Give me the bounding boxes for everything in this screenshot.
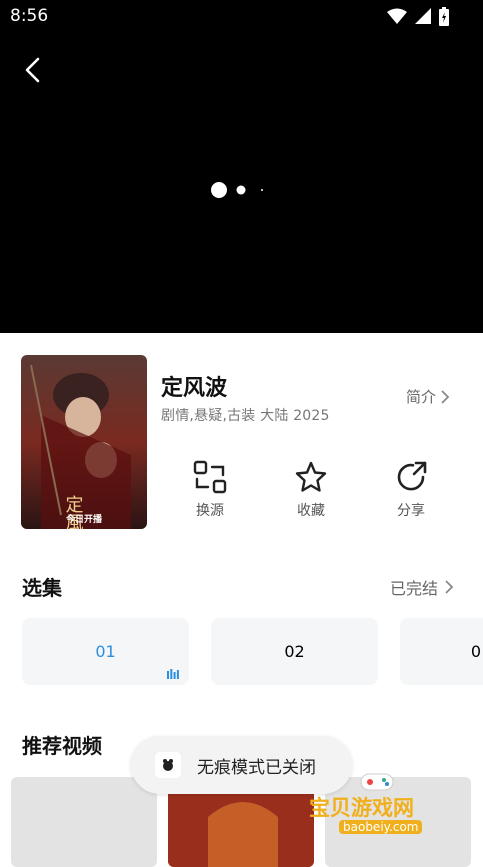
star-icon [295,461,327,492]
episode-number: 02 [284,642,305,661]
battery-icon [439,6,449,26]
episode-item[interactable]: 0 [400,618,483,685]
share-icon [397,461,427,491]
favorite-label: 收藏 [297,503,325,519]
recommend-card[interactable] [11,777,157,867]
chevron-right-icon [441,389,450,404]
show-meta: 剧情,悬疑,古装 大陆 2025 [161,408,330,424]
app-icon [155,752,181,778]
switch-source-label: 换源 [196,503,224,519]
status-icons [387,6,449,26]
watermark-text: 宝贝游戏网 [309,796,414,820]
poster-art: 定風波 [21,355,147,529]
show-poster[interactable]: 定風波 今日开播 [21,355,147,529]
video-player[interactable]: 8:56 [0,0,483,333]
episodes-status: 已完结 [390,579,439,598]
gamepad-icon [360,773,394,791]
episode-number: 0 [470,642,481,661]
share-label: 分享 [397,503,425,519]
poster-caption: 今日开播 [65,515,102,525]
episode-item[interactable]: 02 [211,618,378,685]
share-button[interactable]: 分享 [381,460,441,520]
recommend-title: 推荐视频 [22,734,102,758]
episode-item[interactable]: 01 [22,618,189,685]
watermark-url: baobeiy.com [339,820,423,834]
episode-number: 01 [95,642,116,661]
watermark-logo: 宝贝游戏网 baobeiy.com [309,770,449,840]
loading-dots-icon [211,182,263,198]
switch-source-icon [193,460,227,494]
wifi-icon [387,8,407,24]
toast-text: 无痕模式已关闭 [197,757,316,778]
signal-icon [415,8,431,24]
show-title: 定风波 [161,376,228,401]
episodes-status-link[interactable]: 已完结 [390,575,454,599]
switch-source-button[interactable]: 换源 [180,460,240,520]
status-time: 8:56 [10,6,49,26]
back-chevron-icon[interactable] [20,56,48,84]
intro-label: 简介 [406,388,437,406]
chevron-right-icon [445,580,454,594]
intro-link[interactable]: 简介 [406,386,450,407]
favorite-button[interactable]: 收藏 [281,460,341,520]
playing-bars-icon [167,669,179,679]
episodes-title: 选集 [22,576,62,600]
